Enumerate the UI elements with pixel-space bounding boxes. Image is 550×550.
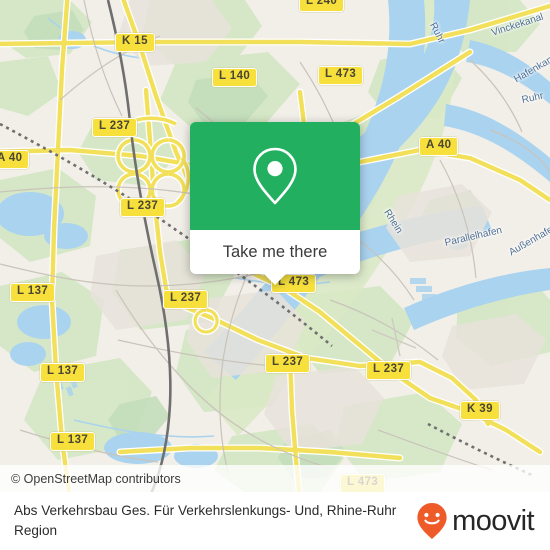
moovit-wordmark: moovit <box>452 504 534 537</box>
footer-bar: Abs Verkehrsbau Ges. Für Verkehrslenkung… <box>0 492 550 550</box>
popup-tail <box>264 274 286 285</box>
road-shield: L 237 <box>163 290 209 309</box>
road-shield: A 40 <box>419 137 459 156</box>
road-shield: L 237 <box>120 198 166 217</box>
take-me-there-label: Take me there <box>222 242 328 261</box>
osm-attribution-text[interactable]: © OpenStreetMap contributors <box>11 472 181 486</box>
road-shield: L 237 <box>366 361 412 380</box>
place-title: Abs Verkehrsbau Ges. Für Verkehrslenkung… <box>14 503 397 538</box>
road-shield: L 137 <box>40 363 86 382</box>
map-canvas[interactable]: K 15 L 240 L 140 L 473 L 237 A 40 A 40 L 237 L 1… <box>0 0 550 492</box>
road-shield: L 473 <box>318 66 364 85</box>
road-shield: L 237 <box>92 118 138 137</box>
road-shield: A 40 <box>0 150 30 169</box>
road-shield: K 15 <box>115 33 155 52</box>
road-shield: L 137 <box>10 283 56 302</box>
road-shield: L 140 <box>212 68 258 87</box>
map-pin-icon <box>253 147 297 205</box>
road-shield: L 137 <box>50 432 96 451</box>
road-shield: L 237 <box>265 354 311 373</box>
popup-cta-bar[interactable]: Take me there <box>190 230 360 285</box>
map-attribution-bar: © OpenStreetMap contributors <box>0 465 550 492</box>
location-popup-card[interactable]: Take me there <box>190 122 360 285</box>
map-screenshot: K 15 L 240 L 140 L 473 L 237 A 40 A 40 L 237 L 1… <box>0 0 550 550</box>
popup-image-area <box>190 122 360 230</box>
moovit-smiley-pin-icon <box>417 503 447 539</box>
road-shield: L 240 <box>299 0 345 12</box>
road-shield: K 39 <box>460 401 500 420</box>
moovit-logo[interactable]: moovit <box>416 502 535 540</box>
